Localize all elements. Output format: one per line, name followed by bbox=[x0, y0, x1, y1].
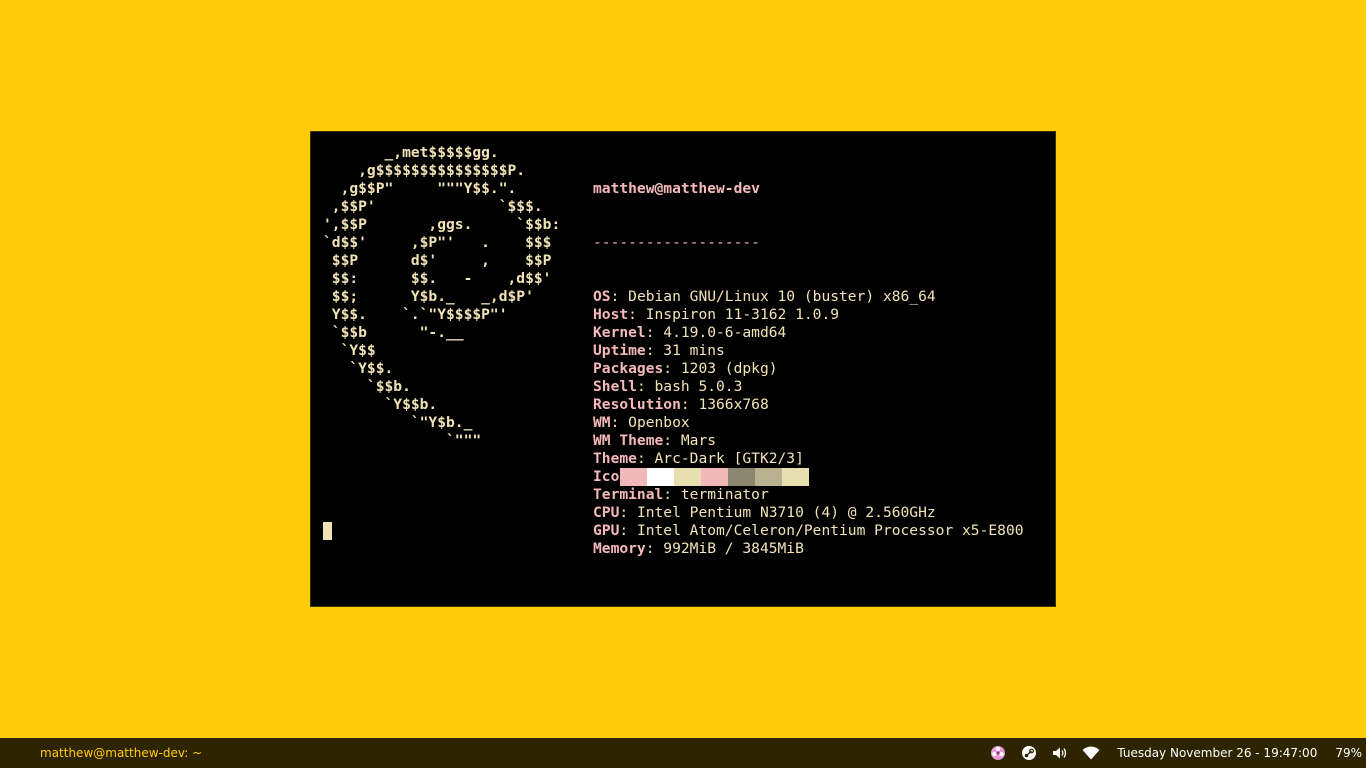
palette-swatch bbox=[782, 468, 809, 486]
debian-ascii-logo: _,met$$$$$gg. ,g$$$$$$$$$$$$$$$P. ,g$$P"… bbox=[323, 144, 561, 449]
info-value: 1366x768 bbox=[698, 396, 769, 413]
palette-swatch bbox=[701, 468, 728, 486]
info-line: Resolution: 1366x768 bbox=[593, 396, 1024, 414]
info-key: Host bbox=[593, 306, 629, 323]
volume-icon[interactable] bbox=[1051, 744, 1069, 762]
battery-percent[interactable]: 79% bbox=[1335, 746, 1362, 760]
info-value: Intel Pentium N3710 (4) @ 2.560GHz bbox=[636, 504, 936, 521]
info-line: Terminal: terminator bbox=[593, 486, 1024, 504]
info-key: Kernel bbox=[593, 324, 646, 341]
user-host: matthew@matthew-dev bbox=[593, 180, 760, 197]
info-colon: : bbox=[628, 306, 646, 323]
info-key: OS bbox=[593, 288, 611, 305]
info-value: terminator bbox=[680, 486, 769, 503]
info-key: Memory bbox=[593, 540, 646, 557]
info-colon: : bbox=[645, 324, 664, 341]
info-line: WM Theme: Mars bbox=[593, 432, 1024, 450]
flower-app-icon[interactable] bbox=[989, 744, 1007, 762]
terminal-cursor bbox=[323, 522, 332, 540]
info-colon: : bbox=[663, 360, 681, 377]
info-line: CPU: Intel Pentium N3710 (4) @ 2.560GHz bbox=[593, 504, 1024, 522]
info-colon: : bbox=[619, 504, 637, 521]
info-key: Packages bbox=[593, 360, 664, 377]
info-key: Uptime bbox=[593, 342, 646, 359]
info-colon: : bbox=[680, 396, 699, 413]
info-line: Uptime: 31 mins bbox=[593, 342, 1024, 360]
info-line: Memory: 992MiB / 3845MiB bbox=[593, 540, 1024, 558]
info-line: Shell: bash 5.0.3 bbox=[593, 378, 1024, 396]
info-key: WM Theme bbox=[593, 432, 664, 449]
terminal-window[interactable]: _,met$$$$$gg. ,g$$$$$$$$$$$$$$$P. ,g$$P"… bbox=[310, 131, 1056, 607]
info-colon: : bbox=[645, 342, 664, 359]
info-line: OS: Debian GNU/Linux 10 (buster) x86_64 bbox=[593, 288, 1024, 306]
info-value: Arc-Dark [GTK2/3] bbox=[654, 450, 804, 467]
palette-swatch bbox=[728, 468, 755, 486]
info-value: 1203 (dpkg) bbox=[680, 360, 778, 377]
info-colon: : bbox=[636, 450, 655, 467]
separator: ------------------- bbox=[593, 234, 760, 251]
taskbar-window-button[interactable]: matthew@matthew-dev: ~ bbox=[40, 746, 202, 760]
info-colon: : bbox=[610, 288, 629, 305]
info-key: GPU bbox=[593, 522, 620, 539]
info-lines: OS: Debian GNU/Linux 10 (buster) x86_64 H… bbox=[593, 288, 1024, 558]
info-line: GPU: Intel Atom/Celeron/Pentium Processo… bbox=[593, 522, 1024, 540]
wifi-icon[interactable] bbox=[1082, 744, 1100, 762]
steam-icon[interactable] bbox=[1020, 744, 1038, 762]
info-colon: : bbox=[610, 414, 629, 431]
info-value: Openbox bbox=[628, 414, 690, 431]
info-key: Resolution bbox=[593, 396, 681, 413]
palette-swatch bbox=[674, 468, 701, 486]
info-line: Host: Inspiron 11-3162 1.0.9 bbox=[593, 306, 1024, 324]
info-value: Intel Atom/Celeron/Pentium Processor x5-… bbox=[636, 522, 1024, 539]
info-colon: : bbox=[663, 432, 681, 449]
info-value: 31 mins bbox=[663, 342, 725, 359]
info-key: Theme bbox=[593, 450, 637, 467]
info-value: bash 5.0.3 bbox=[654, 378, 743, 395]
info-value: 992MiB / 3845MiB bbox=[663, 540, 804, 557]
palette-swatch bbox=[755, 468, 782, 486]
info-line: WM: Openbox bbox=[593, 414, 1024, 432]
info-key: WM bbox=[593, 414, 611, 431]
info-key: Terminal bbox=[593, 486, 664, 503]
info-line: Kernel: 4.19.0-6-amd64 bbox=[593, 324, 1024, 342]
info-colon: : bbox=[636, 378, 655, 395]
info-colon: : bbox=[645, 540, 664, 557]
neofetch-info: matthew@matthew-dev ------------------- … bbox=[593, 144, 1024, 594]
info-key: CPU bbox=[593, 504, 620, 521]
info-key: Shell bbox=[593, 378, 637, 395]
info-value: Debian GNU/Linux 10 (buster) x86_64 bbox=[628, 288, 936, 305]
info-colon: : bbox=[619, 522, 637, 539]
palette-swatch bbox=[620, 468, 647, 486]
palette-swatch bbox=[647, 468, 674, 486]
info-value: Inspiron 11-3162 1.0.9 bbox=[645, 306, 840, 323]
info-line: Packages: 1203 (dpkg) bbox=[593, 360, 1024, 378]
info-colon: : bbox=[663, 486, 681, 503]
taskbar: matthew@matthew-dev: ~ Tuesday November … bbox=[0, 738, 1366, 768]
system-tray: Tuesday November 26 - 19:47:00 79% bbox=[989, 738, 1366, 768]
info-value: Mars bbox=[680, 432, 717, 449]
color-palette bbox=[620, 468, 809, 486]
clock[interactable]: Tuesday November 26 - 19:47:00 bbox=[1117, 746, 1317, 760]
info-value: 4.19.0-6-amd64 bbox=[663, 324, 787, 341]
info-line: Theme: Arc-Dark [GTK2/3] bbox=[593, 450, 1024, 468]
